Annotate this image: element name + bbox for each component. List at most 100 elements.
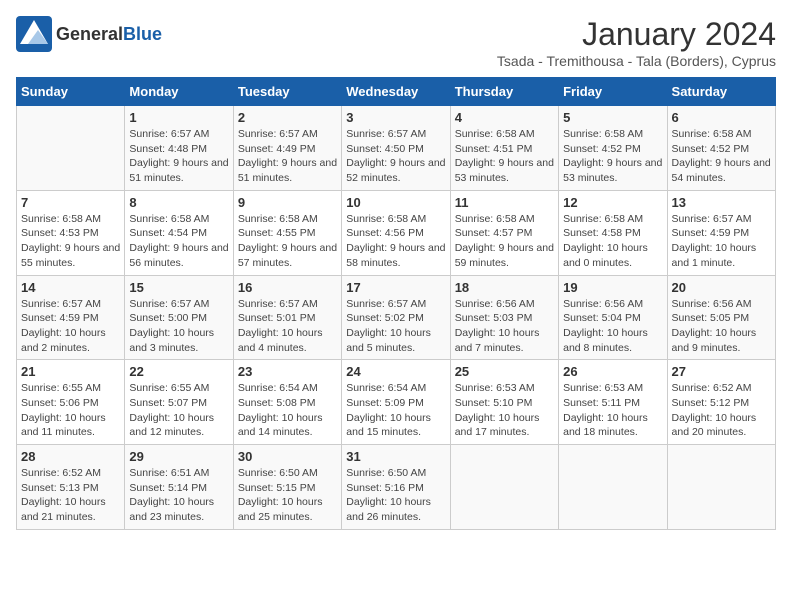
day-number: 16 — [238, 280, 337, 295]
day-detail: Sunrise: 6:50 AM Sunset: 5:16 PM Dayligh… — [346, 466, 445, 525]
header-day-wednesday: Wednesday — [342, 78, 450, 106]
calendar-cell: 27 Sunrise: 6:52 AM Sunset: 5:12 PM Dayli… — [667, 360, 775, 445]
day-detail: Sunrise: 6:52 AM Sunset: 5:12 PM Dayligh… — [672, 381, 771, 440]
calendar-subtitle: Tsada - Tremithousa - Tala (Borders), Cy… — [497, 53, 776, 69]
day-detail: Sunrise: 6:57 AM Sunset: 4:48 PM Dayligh… — [129, 127, 228, 186]
logo-general: General — [56, 24, 123, 45]
day-number: 12 — [563, 195, 662, 210]
header-row: SundayMondayTuesdayWednesdayThursdayFrid… — [17, 78, 776, 106]
day-number: 23 — [238, 364, 337, 379]
calendar-cell — [450, 445, 558, 530]
calendar-cell: 17 Sunrise: 6:57 AM Sunset: 5:02 PM Dayli… — [342, 275, 450, 360]
calendar-cell: 8 Sunrise: 6:58 AM Sunset: 4:54 PM Daylig… — [125, 190, 233, 275]
day-detail: Sunrise: 6:57 AM Sunset: 4:59 PM Dayligh… — [672, 212, 771, 271]
day-number: 7 — [21, 195, 120, 210]
header: General Blue January 2024 Tsada - Tremit… — [16, 16, 776, 69]
day-detail: Sunrise: 6:57 AM Sunset: 5:02 PM Dayligh… — [346, 297, 445, 356]
calendar-cell: 25Sunrise: 6:53 AM Sunset: 5:10 PM Dayli… — [450, 360, 558, 445]
calendar-cell: 29 Sunrise: 6:51 AM Sunset: 5:14 PM Dayli… — [125, 445, 233, 530]
day-number: 30 — [238, 449, 337, 464]
day-detail: Sunrise: 6:58 AM Sunset: 4:57 PM Dayligh… — [455, 212, 554, 271]
day-number: 1 — [129, 110, 228, 125]
title-area: January 2024 Tsada - Tremithousa - Tala … — [497, 16, 776, 69]
day-number: 20 — [672, 280, 771, 295]
day-number: 31 — [346, 449, 445, 464]
logo-text: General Blue — [56, 24, 162, 45]
day-detail: Sunrise: 6:58 AM Sunset: 4:55 PM Dayligh… — [238, 212, 337, 271]
day-detail: Sunrise: 6:58 AM Sunset: 4:58 PM Dayligh… — [563, 212, 662, 271]
day-detail: Sunrise: 6:58 AM Sunset: 4:52 PM Dayligh… — [672, 127, 771, 186]
day-detail: Sunrise: 6:57 AM Sunset: 5:00 PM Dayligh… — [129, 297, 228, 356]
day-number: 17 — [346, 280, 445, 295]
day-detail: Sunrise: 6:57 AM Sunset: 4:50 PM Dayligh… — [346, 127, 445, 186]
day-detail: Sunrise: 6:52 AM Sunset: 5:13 PM Dayligh… — [21, 466, 120, 525]
day-number: 14 — [21, 280, 120, 295]
day-detail: Sunrise: 6:53 AM Sunset: 5:11 PM Dayligh… — [563, 381, 662, 440]
calendar-cell: 18Sunrise: 6:56 AM Sunset: 5:03 PM Dayli… — [450, 275, 558, 360]
calendar-cell: 1 Sunrise: 6:57 AM Sunset: 4:48 PM Daylig… — [125, 106, 233, 191]
day-number: 11 — [455, 195, 554, 210]
day-detail: Sunrise: 6:54 AM Sunset: 5:08 PM Dayligh… — [238, 381, 337, 440]
day-number: 24 — [346, 364, 445, 379]
day-detail: Sunrise: 6:57 AM Sunset: 4:49 PM Dayligh… — [238, 127, 337, 186]
day-detail: Sunrise: 6:58 AM Sunset: 4:54 PM Dayligh… — [129, 212, 228, 271]
week-row-3: 14 Sunrise: 6:57 AM Sunset: 4:59 PM Dayli… — [17, 275, 776, 360]
logo-icon — [16, 16, 52, 52]
calendar-cell: 31 Sunrise: 6:50 AM Sunset: 5:16 PM Dayli… — [342, 445, 450, 530]
calendar-cell: 19Sunrise: 6:56 AM Sunset: 5:04 PM Dayli… — [559, 275, 667, 360]
week-row-2: 7Sunrise: 6:58 AM Sunset: 4:53 PM Daylig… — [17, 190, 776, 275]
calendar-cell: 4Sunrise: 6:58 AM Sunset: 4:51 PM Daylig… — [450, 106, 558, 191]
day-detail: Sunrise: 6:53 AM Sunset: 5:10 PM Dayligh… — [455, 381, 554, 440]
day-number: 10 — [346, 195, 445, 210]
day-detail: Sunrise: 6:58 AM Sunset: 4:56 PM Dayligh… — [346, 212, 445, 271]
day-detail: Sunrise: 6:57 AM Sunset: 4:59 PM Dayligh… — [21, 297, 120, 356]
calendar-cell: 12 Sunrise: 6:58 AM Sunset: 4:58 PM Dayli… — [559, 190, 667, 275]
calendar-cell: 6Sunrise: 6:58 AM Sunset: 4:52 PM Daylig… — [667, 106, 775, 191]
calendar-cell: 10 Sunrise: 6:58 AM Sunset: 4:56 PM Dayli… — [342, 190, 450, 275]
calendar-cell — [667, 445, 775, 530]
calendar-cell: 23 Sunrise: 6:54 AM Sunset: 5:08 PM Dayli… — [233, 360, 341, 445]
header-day-friday: Friday — [559, 78, 667, 106]
week-row-5: 28 Sunrise: 6:52 AM Sunset: 5:13 PM Dayli… — [17, 445, 776, 530]
day-number: 9 — [238, 195, 337, 210]
day-number: 15 — [129, 280, 228, 295]
logo-blue: Blue — [123, 24, 162, 45]
day-number: 2 — [238, 110, 337, 125]
day-number: 8 — [129, 195, 228, 210]
day-number: 13 — [672, 195, 771, 210]
calendar-cell: 5 Sunrise: 6:58 AM Sunset: 4:52 PM Daylig… — [559, 106, 667, 191]
calendar-cell: 26Sunrise: 6:53 AM Sunset: 5:11 PM Dayli… — [559, 360, 667, 445]
calendar-cell: 30 Sunrise: 6:50 AM Sunset: 5:15 PM Dayli… — [233, 445, 341, 530]
day-number: 22 — [129, 364, 228, 379]
header-day-saturday: Saturday — [667, 78, 775, 106]
day-number: 4 — [455, 110, 554, 125]
day-detail: Sunrise: 6:56 AM Sunset: 5:05 PM Dayligh… — [672, 297, 771, 356]
calendar-cell: 22Sunrise: 6:55 AM Sunset: 5:07 PM Dayli… — [125, 360, 233, 445]
calendar-cell: 15 Sunrise: 6:57 AM Sunset: 5:00 PM Dayli… — [125, 275, 233, 360]
day-detail: Sunrise: 6:51 AM Sunset: 5:14 PM Dayligh… — [129, 466, 228, 525]
day-detail: Sunrise: 6:56 AM Sunset: 5:04 PM Dayligh… — [563, 297, 662, 356]
day-number: 27 — [672, 364, 771, 379]
day-number: 28 — [21, 449, 120, 464]
calendar-cell: 16Sunrise: 6:57 AM Sunset: 5:01 PM Dayli… — [233, 275, 341, 360]
day-detail: Sunrise: 6:58 AM Sunset: 4:52 PM Dayligh… — [563, 127, 662, 186]
calendar-cell — [559, 445, 667, 530]
day-detail: Sunrise: 6:54 AM Sunset: 5:09 PM Dayligh… — [346, 381, 445, 440]
calendar-table: SundayMondayTuesdayWednesdayThursdayFrid… — [16, 77, 776, 530]
header-day-monday: Monday — [125, 78, 233, 106]
calendar-cell: 21 Sunrise: 6:55 AM Sunset: 5:06 PM Dayli… — [17, 360, 125, 445]
calendar-cell: 2 Sunrise: 6:57 AM Sunset: 4:49 PM Daylig… — [233, 106, 341, 191]
day-number: 29 — [129, 449, 228, 464]
day-detail: Sunrise: 6:56 AM Sunset: 5:03 PM Dayligh… — [455, 297, 554, 356]
day-detail: Sunrise: 6:50 AM Sunset: 5:15 PM Dayligh… — [238, 466, 337, 525]
calendar-title: January 2024 — [497, 16, 776, 53]
calendar-cell: 20 Sunrise: 6:56 AM Sunset: 5:05 PM Dayli… — [667, 275, 775, 360]
calendar-cell: 24 Sunrise: 6:54 AM Sunset: 5:09 PM Dayli… — [342, 360, 450, 445]
day-number: 5 — [563, 110, 662, 125]
week-row-4: 21 Sunrise: 6:55 AM Sunset: 5:06 PM Dayli… — [17, 360, 776, 445]
day-detail: Sunrise: 6:55 AM Sunset: 5:06 PM Dayligh… — [21, 381, 120, 440]
day-number: 21 — [21, 364, 120, 379]
calendar-cell — [17, 106, 125, 191]
calendar-cell: 7Sunrise: 6:58 AM Sunset: 4:53 PM Daylig… — [17, 190, 125, 275]
calendar-cell: 14 Sunrise: 6:57 AM Sunset: 4:59 PM Dayli… — [17, 275, 125, 360]
